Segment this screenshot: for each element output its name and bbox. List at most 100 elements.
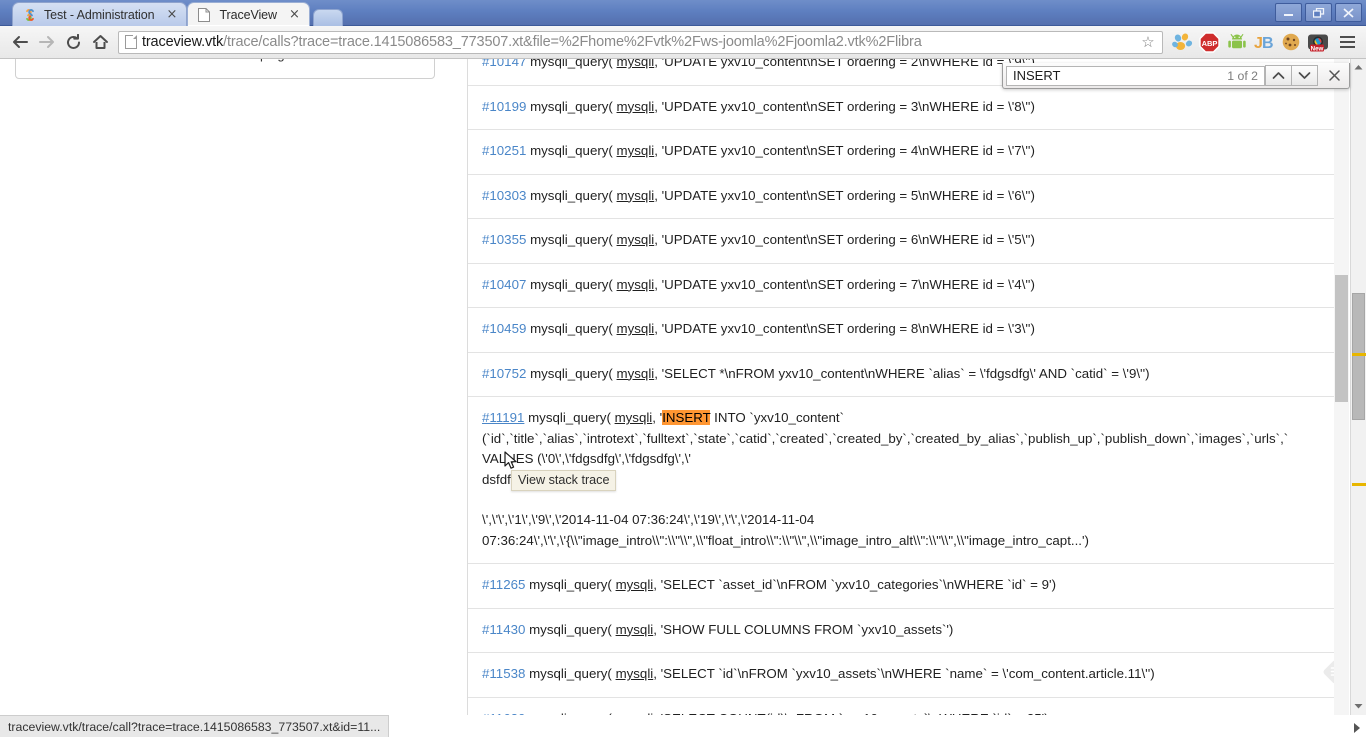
camera-icon[interactable]: New bbox=[1305, 30, 1330, 55]
cookie-icon[interactable] bbox=[1278, 30, 1303, 55]
tab-test-administration[interactable]: Test - Administration × bbox=[12, 2, 188, 26]
call-query: 'SELECT `id`\nFROM `yxv10_assets`\nWHERE… bbox=[660, 666, 1155, 681]
call-row[interactable]: #10303 mysqli_query( mysqli, 'UPDATE yxv… bbox=[468, 175, 1334, 219]
call-id-link[interactable]: #10407 bbox=[482, 277, 526, 292]
call-arg-link[interactable]: mysqli bbox=[617, 99, 655, 114]
adblock-plus-icon[interactable]: ABP bbox=[1197, 30, 1222, 55]
call-query: 'SELECT *\nFROM yxv10_content\nWHERE `al… bbox=[661, 365, 1150, 381]
call-row[interactable]: #11620 mysqli_query( mysqli, 'SELECT COU… bbox=[468, 698, 1334, 716]
call-fn: mysqli_query( bbox=[530, 365, 613, 381]
call-arg-link[interactable]: mysqli bbox=[615, 410, 653, 425]
find-close-icon[interactable] bbox=[1321, 65, 1347, 86]
scroll-down-icon[interactable] bbox=[1351, 698, 1366, 715]
call-id-link[interactable]: #10355 bbox=[482, 232, 526, 247]
call-row[interactable]: #11430 mysqli_query( mysqli, 'SHOW FULL … bbox=[468, 609, 1334, 653]
find-highlight: INSERT bbox=[662, 410, 711, 425]
tab-close-icon[interactable]: × bbox=[165, 8, 178, 21]
call-id-link[interactable]: #10251 bbox=[482, 143, 526, 158]
call-sep: , bbox=[653, 666, 661, 681]
call-id-link[interactable]: #11538 bbox=[482, 666, 525, 681]
bookmark-star-icon[interactable]: ☆ bbox=[1138, 33, 1158, 51]
tab-strip: Test - Administration × TraceView × bbox=[0, 0, 1230, 26]
call-arg-link[interactable]: mysqli bbox=[617, 59, 655, 69]
svg-text:B: B bbox=[1262, 35, 1274, 52]
address-bar[interactable]: traceview.vtk/trace/calls?trace=trace.14… bbox=[118, 30, 1163, 54]
restore-button[interactable] bbox=[1305, 3, 1332, 22]
scroll-up-icon[interactable] bbox=[1351, 59, 1366, 76]
call-row[interactable]: #10459 mysqli_query( mysqli, 'UPDATE yxv… bbox=[468, 308, 1334, 353]
call-id-link[interactable]: #10147 bbox=[482, 59, 526, 69]
android-icon[interactable] bbox=[1224, 30, 1249, 55]
page-scrollbar-thumb[interactable] bbox=[1352, 293, 1365, 420]
call-fn: mysqli_query( bbox=[530, 187, 613, 203]
find-input-wrapper[interactable]: INSERT 1 of 2 bbox=[1006, 65, 1265, 86]
call-fn: mysqli_query( bbox=[529, 621, 612, 637]
minimize-button[interactable] bbox=[1275, 3, 1302, 22]
page-icon bbox=[198, 7, 212, 22]
jetbrains-icon[interactable]: J B bbox=[1251, 30, 1276, 55]
find-previous-button[interactable] bbox=[1265, 65, 1292, 86]
find-input[interactable]: INSERT bbox=[1013, 68, 1221, 83]
call-fn: mysqli_query( bbox=[530, 143, 613, 158]
call-arg-link[interactable]: mysqli bbox=[616, 666, 654, 681]
call-arg-link[interactable]: mysqli bbox=[617, 188, 655, 203]
panel-scrollbar-thumb[interactable] bbox=[1335, 275, 1348, 402]
home-icon[interactable] bbox=[87, 29, 114, 56]
call-id-link[interactable]: #10752 bbox=[482, 366, 526, 381]
title-bar: Test - Administration × TraceView × bbox=[0, 0, 1366, 26]
browser-menu-icon[interactable] bbox=[1334, 36, 1360, 48]
call-fn: mysqli_query( bbox=[530, 232, 613, 247]
new-tab-button[interactable] bbox=[312, 9, 343, 26]
call-row[interactable]: #11538 mysqli_query( mysqli, 'SELECT `id… bbox=[468, 653, 1334, 698]
call-query-blank bbox=[482, 490, 1322, 510]
call-arg-link[interactable]: mysqli bbox=[617, 366, 655, 381]
tab-close-icon[interactable]: × bbox=[288, 8, 301, 21]
call-row[interactable]: #10199 mysqli_query( mysqli, 'UPDATE yxv… bbox=[468, 86, 1334, 130]
back-icon[interactable] bbox=[6, 29, 33, 56]
close-button[interactable] bbox=[1335, 3, 1362, 22]
call-id-link[interactable]: #10199 bbox=[482, 99, 526, 114]
left-panel-clipped-text: ping bbox=[260, 59, 285, 62]
call-sep: , bbox=[654, 143, 662, 158]
call-sep: , bbox=[654, 232, 662, 247]
call-fn: mysqli_query( bbox=[528, 410, 611, 425]
find-match-marker bbox=[1352, 483, 1366, 486]
call-arg-link[interactable]: mysqli bbox=[616, 577, 654, 592]
call-arg-link[interactable]: mysqli bbox=[617, 277, 655, 292]
find-match-count: 1 of 2 bbox=[1227, 68, 1258, 83]
call-row[interactable]: #10752 mysqli_query( mysqli, 'SELECT *\n… bbox=[468, 353, 1334, 397]
page-scrollbar[interactable] bbox=[1350, 59, 1366, 715]
call-id-link[interactable]: #11191 bbox=[482, 410, 524, 425]
call-id-link[interactable]: #10303 bbox=[482, 188, 526, 203]
call-row[interactable]: #10407 mysqli_query( mysqli, 'UPDATE yxv… bbox=[468, 264, 1334, 308]
call-sep: , bbox=[654, 187, 662, 203]
svg-text:ABP: ABP bbox=[1202, 39, 1218, 48]
call-row[interactable]: #11265 mysqli_query( mysqli, 'SELECT `as… bbox=[468, 564, 1334, 609]
tab-title: Test - Administration bbox=[44, 7, 155, 22]
joomla-icon bbox=[23, 8, 37, 22]
url-host: traceview.vtk bbox=[142, 34, 224, 50]
resize-grip-icon[interactable] bbox=[1350, 721, 1364, 735]
call-fn: mysqli_query( bbox=[530, 98, 613, 114]
call-id-link[interactable]: #10459 bbox=[482, 321, 526, 336]
call-row[interactable]: #10251 mysqli_query( mysqli, 'UPDATE yxv… bbox=[468, 130, 1334, 175]
page-info-icon bbox=[125, 35, 137, 49]
window-controls bbox=[1275, 3, 1362, 22]
call-sep: , bbox=[652, 410, 660, 425]
call-sep: , bbox=[653, 621, 661, 637]
call-sep: , bbox=[654, 98, 662, 114]
call-arg-link[interactable]: mysqli bbox=[616, 622, 654, 637]
find-match-marker bbox=[1352, 353, 1366, 356]
call-query-line2: (`id`,`title`,`alias`,`introtext`,`fullt… bbox=[482, 430, 1289, 446]
call-arg-link[interactable]: mysqli bbox=[617, 321, 655, 336]
paw-icon[interactable] bbox=[1170, 30, 1195, 55]
reload-icon[interactable] bbox=[60, 29, 87, 56]
call-id-link[interactable]: #11265 bbox=[482, 577, 525, 592]
call-row[interactable]: #10355 mysqli_query( mysqli, 'UPDATE yxv… bbox=[468, 219, 1334, 264]
tab-traceview[interactable]: TraceView × bbox=[187, 2, 310, 26]
call-arg-link[interactable]: mysqli bbox=[617, 143, 655, 158]
call-arg-link[interactable]: mysqli bbox=[617, 232, 655, 247]
call-id-link[interactable]: #11430 bbox=[482, 622, 525, 637]
find-next-button[interactable] bbox=[1291, 65, 1318, 86]
panel-scrollbar[interactable] bbox=[1334, 59, 1349, 715]
